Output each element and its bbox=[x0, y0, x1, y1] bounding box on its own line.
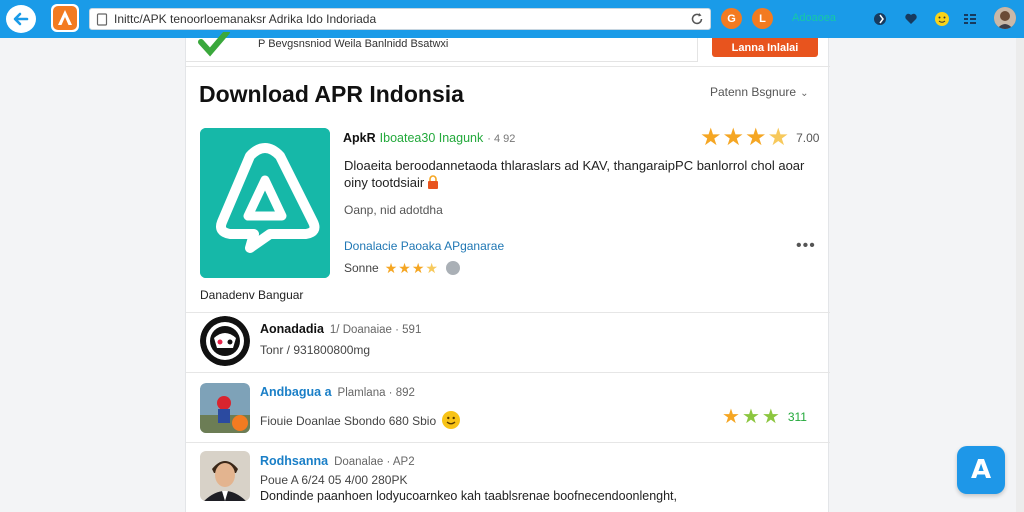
more-options-icon[interactable]: ••• bbox=[796, 237, 816, 255]
url-text: Inittc/APK tenoorloemanaksr Adrika Ido I… bbox=[114, 12, 377, 26]
menu-icon[interactable] bbox=[962, 11, 978, 27]
list-item-name: Andbagua a bbox=[260, 385, 332, 399]
app-meta: Oanp, nid adotdha bbox=[344, 203, 443, 217]
sort-label: Patenn Bsgnure bbox=[710, 85, 797, 99]
user-avatar[interactable] bbox=[994, 7, 1016, 29]
list-item-rating: ★ ★ ★ 311 bbox=[722, 407, 807, 427]
app-tagline: Iboatea30 Inagunk bbox=[379, 131, 484, 145]
app-name-line: ApkR Iboatea30 Inagunk · 4 92 bbox=[343, 131, 515, 145]
list-item-avatar[interactable] bbox=[200, 383, 250, 433]
chevron-down-icon: ⌄ bbox=[800, 88, 809, 99]
list-item-title[interactable]: Aonadadia 1/ Doanaiae · 591 bbox=[260, 322, 421, 336]
orange-extension-label-2: L bbox=[759, 12, 766, 25]
apk-logo-icon bbox=[53, 6, 77, 30]
banner-text: P Bevgsnsniod Weila Banlnidd Bsatwxi bbox=[258, 38, 449, 50]
star-icon: ★ bbox=[411, 260, 425, 276]
small-rating-label: Sonne bbox=[344, 261, 379, 275]
app-rating: ★ ★ ★ ★ 7.00 bbox=[700, 126, 819, 150]
list-item-name: Aonadadia bbox=[260, 322, 324, 336]
orange-extension-button-2[interactable]: L bbox=[752, 8, 773, 29]
star-icon: ★ bbox=[741, 406, 760, 428]
apk-a-logo-icon bbox=[200, 128, 330, 278]
info-banner: P Bevgsnsniod Weila Banlnidd Bsatwxi bbox=[186, 32, 698, 62]
browser-toolbar: Inittc/APK tenoorloemanaksr Adrika Ido I… bbox=[0, 0, 1024, 38]
app-description: Dloaeita beroodannetaoda thlaraslars ad … bbox=[344, 157, 819, 191]
floating-action-button[interactable]: A bbox=[957, 446, 1005, 494]
shield-icon[interactable] bbox=[872, 11, 888, 27]
divider bbox=[186, 66, 830, 67]
list-item-title[interactable]: Rodhsanna Doanalae · AP2 bbox=[260, 454, 415, 468]
star-half-icon: ★ bbox=[767, 124, 790, 151]
page-scrollbar[interactable] bbox=[1016, 38, 1024, 512]
back-button[interactable] bbox=[6, 5, 36, 33]
arrow-left-icon bbox=[13, 12, 29, 26]
app-description-text: Dloaeita beroodannetaoda thlaraslars ad … bbox=[344, 158, 805, 190]
list-item-rating-value: 311 bbox=[787, 410, 807, 424]
smiley-icon[interactable] bbox=[934, 11, 950, 27]
list-item-subtitle: Plamlana · 892 bbox=[337, 387, 415, 399]
divider bbox=[186, 312, 830, 313]
divider bbox=[186, 442, 830, 443]
gamepad-icon bbox=[200, 316, 250, 366]
list-item-title[interactable]: Andbagua a Plamlana · 892 bbox=[260, 385, 415, 399]
list-item-subtitle: Doanalae · AP2 bbox=[334, 456, 415, 468]
sort-dropdown[interactable]: Patenn Bsgnure ⌄ bbox=[710, 85, 808, 99]
star-icon: ★ bbox=[722, 406, 740, 428]
list-item-name: Rodhsanna bbox=[260, 454, 329, 468]
list-item-meta: Fiouie Doanlae Sbondo 680 Sbio bbox=[260, 411, 461, 429]
game-thumbnail-icon bbox=[200, 383, 250, 433]
toolbar-label[interactable]: Adoaoea bbox=[792, 12, 836, 24]
orange-extension-label: G bbox=[727, 12, 736, 25]
orange-extension-button[interactable]: G bbox=[721, 8, 742, 29]
app-version: · 4 92 bbox=[487, 133, 516, 145]
heart-icon[interactable] bbox=[903, 11, 919, 27]
install-button-label: Lanna Inlalai bbox=[731, 41, 799, 54]
star-icon: ★ bbox=[384, 260, 398, 276]
star-icon: ★ bbox=[700, 124, 722, 151]
smiley-icon bbox=[442, 411, 461, 429]
star-icon: ★ bbox=[745, 124, 767, 151]
site-logo[interactable] bbox=[51, 4, 79, 32]
small-rating: Sonne ★ ★ ★ ★ bbox=[344, 261, 460, 275]
star-icon: ★ bbox=[722, 124, 745, 151]
app-icon[interactable] bbox=[200, 128, 330, 278]
list-item-avatar[interactable] bbox=[200, 316, 250, 366]
app-name[interactable]: ApkR bbox=[343, 131, 376, 145]
list-item-meta: Tonr / 931800800mg bbox=[260, 343, 371, 357]
list-item-avatar[interactable] bbox=[200, 451, 250, 501]
globe-icon[interactable] bbox=[445, 261, 460, 275]
rating-value: 7.00 bbox=[796, 131, 820, 145]
download-page: P Bevgsnsniod Weila Banlnidd Bsatwxi Lan… bbox=[185, 32, 830, 512]
list-item-meta: Poue A 6/24 05 4/00 280PK bbox=[260, 473, 408, 487]
install-button[interactable]: Lanna Inlalai bbox=[712, 38, 818, 57]
star-half-icon: ★ bbox=[425, 260, 438, 276]
list-item-description: Dondinde paanhoen lodyucoarnkeo kah taab… bbox=[260, 489, 678, 503]
star-icon: ★ bbox=[761, 406, 780, 428]
list-item-subtitle: 1/ Doanaiae · 591 bbox=[329, 324, 422, 336]
address-bar[interactable]: Inittc/APK tenoorloemanaksr Adrika Ido I… bbox=[89, 8, 711, 30]
star-icon: ★ bbox=[398, 260, 411, 276]
related-link[interactable]: Donalacie Paoaka APganarae bbox=[344, 239, 504, 253]
person-photo-icon bbox=[200, 451, 250, 501]
lock-emoji-icon bbox=[428, 175, 439, 189]
fab-label: A bbox=[970, 455, 992, 485]
refresh-icon[interactable] bbox=[690, 12, 704, 26]
page-icon bbox=[96, 13, 108, 26]
checkmark-icon bbox=[198, 32, 230, 57]
divider bbox=[186, 372, 830, 373]
page-title: Download APR Indonsia bbox=[199, 81, 464, 107]
list-item-meta-text: Fiouie Doanlae Sbondo 680 Sbio bbox=[260, 414, 437, 428]
app-caption: Danadenv Banguar bbox=[200, 288, 304, 302]
